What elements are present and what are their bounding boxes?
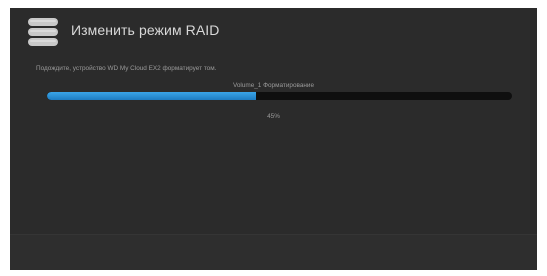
format-progress-bar xyxy=(47,92,512,100)
volume-status-label: Volume_1 Форматирование xyxy=(232,82,315,89)
screen: Изменить режим RAID Подождите, устройств… xyxy=(0,0,547,276)
progress-bar-fill xyxy=(47,92,257,100)
change-raid-mode-dialog: Изменить режим RAID Подождите, устройств… xyxy=(10,8,537,270)
dialog-header: Изменить режим RAID xyxy=(10,8,537,54)
database-icon xyxy=(26,17,60,47)
volume-status-label-row: Volume_1 Форматирование xyxy=(10,82,537,89)
status-message: Подождите, устройство WD My Cloud EX2 фо… xyxy=(36,65,217,72)
progress-percent: 45% xyxy=(267,113,280,120)
dialog-title: Изменить режим RAID xyxy=(71,22,220,38)
dialog-footer xyxy=(10,235,537,270)
